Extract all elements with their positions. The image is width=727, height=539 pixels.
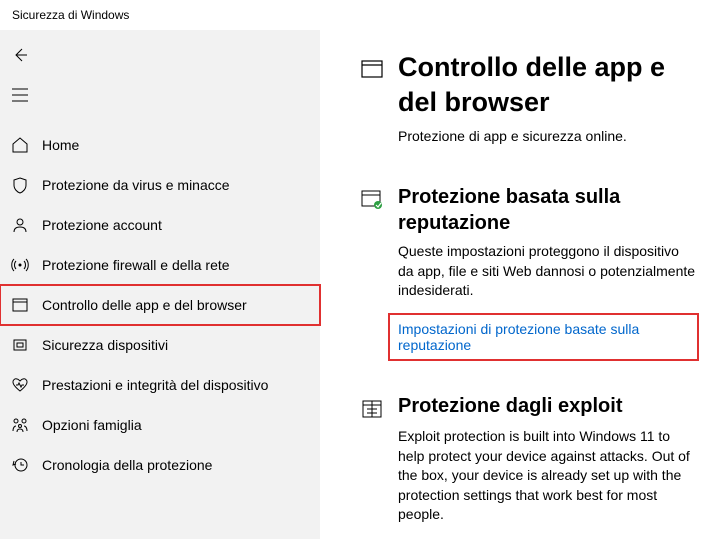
page-header: Controllo delle app e del browser — [360, 50, 697, 120]
reputation-section: Protezione basata sulla reputazione — [360, 184, 697, 236]
sidebar-item-label: Sicurezza dispositivi — [42, 337, 168, 353]
main-content: Controllo delle app e del browser Protez… — [320, 30, 727, 539]
sidebar-item-label: Protezione firewall e della rete — [42, 257, 230, 273]
reputation-icon — [360, 188, 384, 212]
page-title: Controllo delle app e del browser — [398, 50, 697, 120]
exploit-icon — [360, 397, 384, 421]
sidebar-item-performance[interactable]: Prestazioni e integrità del dispositivo — [0, 365, 320, 405]
sidebar: Home Protezione da virus e minacce Prote… — [0, 30, 320, 539]
sidebar-item-firewall[interactable]: Protezione firewall e della rete — [0, 245, 320, 285]
sidebar-item-device-security[interactable]: Sicurezza dispositivi — [0, 325, 320, 365]
sidebar-item-label: Home — [42, 137, 79, 153]
exploit-section: Protezione dagli exploit — [360, 393, 697, 421]
page-subtitle: Protezione di app e sicurezza online. — [398, 128, 697, 144]
menu-button[interactable] — [0, 75, 40, 115]
sidebar-item-label: Controllo delle app e del browser — [42, 297, 247, 313]
reputation-desc: Queste impostazioni proteggono il dispos… — [398, 242, 697, 301]
heart-icon — [10, 375, 30, 395]
reputation-heading: Protezione basata sulla reputazione — [398, 184, 697, 236]
window-title: Sicurezza di Windows — [12, 8, 129, 22]
sidebar-item-family[interactable]: Opzioni famiglia — [0, 405, 320, 445]
reputation-settings-link[interactable]: Impostazioni di protezione basate sulla … — [390, 315, 697, 359]
sidebar-item-virus[interactable]: Protezione da virus e minacce — [0, 165, 320, 205]
antenna-icon — [10, 255, 30, 275]
sidebar-item-app-browser[interactable]: Controllo delle app e del browser — [0, 285, 320, 325]
person-icon — [10, 215, 30, 235]
hamburger-icon — [12, 88, 28, 102]
sidebar-item-label: Protezione da virus e minacce — [42, 177, 230, 193]
sidebar-item-home[interactable]: Home — [0, 125, 320, 165]
sidebar-item-history[interactable]: Cronologia della protezione — [0, 445, 320, 485]
family-icon — [10, 415, 30, 435]
sidebar-item-label: Cronologia della protezione — [42, 457, 212, 473]
history-icon — [10, 455, 30, 475]
sidebar-item-label: Opzioni famiglia — [42, 417, 142, 433]
sidebar-item-label: Protezione account — [42, 217, 162, 233]
sidebar-item-label: Prestazioni e integrità del dispositivo — [42, 377, 268, 393]
shield-icon — [10, 175, 30, 195]
window-titlebar: Sicurezza di Windows — [0, 0, 727, 30]
back-arrow-icon — [12, 47, 28, 63]
window-icon — [10, 295, 30, 315]
chip-icon — [10, 335, 30, 355]
window-icon — [360, 57, 384, 81]
sidebar-item-account[interactable]: Protezione account — [0, 205, 320, 245]
exploit-heading: Protezione dagli exploit — [398, 393, 697, 419]
home-icon — [10, 135, 30, 155]
exploit-desc: Exploit protection is built into Windows… — [398, 427, 697, 525]
back-button[interactable] — [0, 35, 40, 75]
